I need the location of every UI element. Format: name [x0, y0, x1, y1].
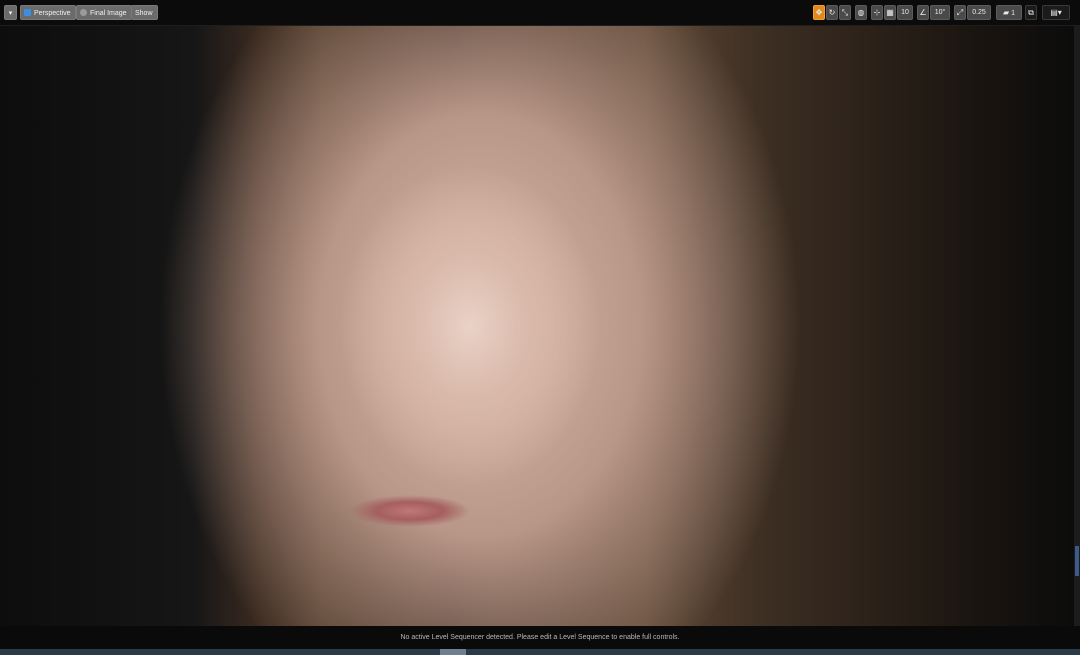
rotation-snap-toggle[interactable]: ∠ [917, 5, 929, 20]
arrows-icon: ✥ [815, 8, 823, 17]
scale-snap-value[interactable]: 0.25 [967, 5, 991, 20]
surface-snap-icon: ⊹ [873, 8, 881, 17]
surface-snap-button[interactable]: ⊹ [871, 5, 883, 20]
maximize-icon: ⧉ [1028, 8, 1034, 17]
globe-icon: ◍ [857, 8, 865, 17]
view-mode-button[interactable]: Final Image [76, 5, 132, 20]
camera-speed-value: 1 [1011, 10, 1015, 17]
bottom-panel-strip [0, 649, 1080, 655]
chevron-down-icon: ▾ [8, 10, 13, 17]
scrollbar-thumb[interactable] [1075, 546, 1079, 576]
scale-mode-button[interactable]: ⤡ [839, 5, 851, 20]
show-button[interactable]: Show [131, 5, 158, 20]
viewport-scrollbar[interactable] [1074, 26, 1080, 626]
level-viewport[interactable] [0, 26, 1074, 626]
sequencer-status-bar: No active Level Sequencer detected. Plea… [0, 626, 1080, 649]
maximize-viewport-button[interactable]: ⧉ [1025, 5, 1037, 20]
world-local-toggle[interactable]: ◍ [855, 5, 867, 20]
rotate-mode-button[interactable]: ↻ [826, 5, 838, 20]
grid-snap-value[interactable]: 10 [897, 5, 913, 20]
angle-icon: ∠ [919, 8, 927, 17]
show-label: Show [135, 10, 153, 17]
view-mode-label: Final Image [90, 10, 127, 17]
scale-snap-icon: ⤢ [956, 8, 964, 17]
camera-icon: ▰ [1002, 8, 1010, 17]
rotation-snap-value[interactable]: 10° [930, 5, 950, 20]
select-mode-button[interactable]: ✥ [813, 5, 825, 20]
viewport-layout-button[interactable]: ▤▾ [1042, 5, 1070, 20]
layout-icon: ▤ [1050, 8, 1058, 17]
scale-snap-toggle[interactable]: ⤢ [954, 5, 966, 20]
camera-speed-button[interactable]: ▰ 1 [996, 5, 1022, 20]
sequencer-status-message: No active Level Sequencer detected. Plea… [400, 634, 680, 641]
grid-icon: ▦ [886, 8, 894, 17]
perspective-icon [24, 9, 31, 16]
bottom-panel-tab[interactable] [440, 649, 466, 655]
scale-icon: ⤡ [841, 8, 849, 17]
viewport-toolbar: ▾ Perspective Final Image Show ✥ ↻ ⤡ ◍ ⊹… [0, 0, 1080, 26]
perspective-label: Perspective [34, 10, 71, 17]
grid-snap-toggle[interactable]: ▦ [884, 5, 896, 20]
perspective-button[interactable]: Perspective [20, 5, 76, 20]
viewport-options-button[interactable]: ▾ [4, 5, 17, 20]
view-mode-icon [80, 9, 87, 16]
rotate-icon: ↻ [828, 8, 836, 17]
chevron-down-icon: ▾ [1057, 8, 1062, 17]
